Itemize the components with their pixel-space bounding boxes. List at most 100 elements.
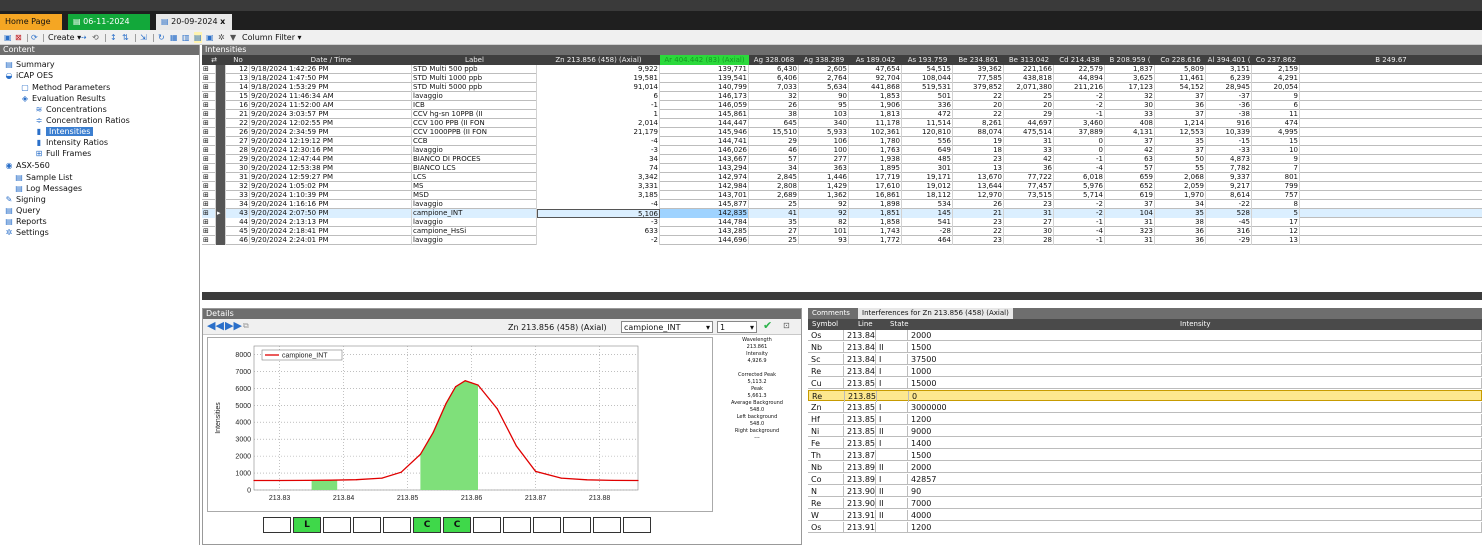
table-cell[interactable]: lavaggio: [412, 92, 537, 101]
table-cell[interactable]: 31: [1004, 137, 1054, 146]
table-cell[interactable]: 37: [1155, 146, 1206, 155]
table-cell[interactable]: CCV 100 PPB (II FON: [412, 119, 537, 128]
table-cell[interactable]: 12,553: [1155, 128, 1206, 137]
table-cell[interactable]: campione_HsSi: [412, 227, 537, 236]
table-cell[interactable]: CCV hg-sn 10PPB (II: [412, 110, 537, 119]
table-cell[interactable]: 144,741: [660, 137, 749, 146]
table-cell[interactable]: 54,152: [1155, 83, 1206, 92]
table-cell[interactable]: 25: [749, 200, 799, 209]
region-box[interactable]: [383, 517, 411, 533]
table-cell[interactable]: 441,868: [849, 83, 902, 92]
table-cell[interactable]: LCS: [412, 173, 537, 182]
table-cell[interactable]: 43: [226, 209, 250, 218]
table-cell[interactable]: 42: [1105, 146, 1155, 155]
table-cell[interactable]: 38: [1155, 218, 1206, 227]
table-cell[interactable]: 1,214: [1155, 119, 1206, 128]
table-cell[interactable]: 27: [226, 137, 250, 146]
nav-item-intensity-ratios[interactable]: ▮ Intensity Ratios: [34, 137, 108, 148]
table-cell[interactable]: 143,701: [660, 191, 749, 200]
columns-icon[interactable]: ▥: [182, 32, 190, 43]
next-icon[interactable]: ▶▶: [225, 320, 242, 331]
tab-home-page[interactable]: Home Page: [0, 14, 62, 30]
column-header[interactable]: Al 394.401 (: [1206, 55, 1252, 65]
table-cell[interactable]: 363: [799, 164, 849, 173]
table-cell[interactable]: 9,217: [1206, 182, 1252, 191]
expand-icon[interactable]: ⊞: [202, 146, 216, 155]
table-cell[interactable]: 15,510: [749, 128, 799, 137]
nav-item-query[interactable]: ▤ Query: [4, 205, 40, 216]
table-row[interactable]: ⊞ 33 9/20/2024 1:10:39 PM MSD 3,185 143,701 2,…: [202, 191, 1482, 200]
table-cell[interactable]: 90: [799, 92, 849, 101]
expand-icon[interactable]: ⊞: [202, 209, 216, 218]
table-cell[interactable]: 3,625: [1105, 74, 1155, 83]
delete-icon[interactable]: ⊠: [15, 32, 22, 43]
table-cell[interactable]: 39,362: [953, 65, 1004, 74]
nav-item-settings[interactable]: ✲ Settings: [4, 227, 49, 238]
table-cell[interactable]: 144,696: [660, 236, 749, 245]
table-cell[interactable]: 6,018: [1054, 173, 1105, 182]
table-cell[interactable]: 11,461: [1155, 74, 1206, 83]
table-cell[interactable]: 17: [1252, 218, 1300, 227]
table-cell[interactable]: 1,898: [849, 200, 902, 209]
column-header[interactable]: Co 228.616: [1155, 55, 1206, 65]
sort-descending-icon[interactable]: ⇅: [122, 32, 129, 43]
table-cell[interactable]: 25: [1004, 92, 1054, 101]
tab-comments[interactable]: Comments: [812, 308, 850, 319]
table-cell[interactable]: 8,261: [953, 119, 1004, 128]
table-cell[interactable]: 32: [226, 182, 250, 191]
expand-icon[interactable]: ⊞: [202, 83, 216, 92]
table-cell[interactable]: 4,291: [1252, 74, 1300, 83]
region-box[interactable]: [323, 517, 351, 533]
table-cell[interactable]: 19: [953, 137, 1004, 146]
region-box[interactable]: C: [443, 517, 471, 533]
table-cell[interactable]: 142,974: [660, 173, 749, 182]
nav-item-evaluation-results[interactable]: ◈ Evaluation Results: [20, 93, 106, 104]
table-cell[interactable]: 8: [1252, 200, 1300, 209]
table-cell[interactable]: 22,579: [1054, 65, 1105, 74]
table-cell[interactable]: 5: [1252, 209, 1300, 218]
column-intensity[interactable]: Intensity: [1180, 319, 1210, 330]
table-cell[interactable]: 54,515: [902, 65, 953, 74]
table-cell[interactable]: -3: [537, 146, 660, 155]
table-cell[interactable]: 340: [799, 119, 849, 128]
table-cell[interactable]: lavaggio: [412, 200, 537, 209]
table-cell[interactable]: 100: [799, 146, 849, 155]
table-cell[interactable]: 1,970: [1155, 191, 1206, 200]
table-cell[interactable]: 1,772: [849, 236, 902, 245]
table-cell[interactable]: 13: [953, 164, 1004, 173]
table-row[interactable]: ⊞ 22 9/20/2024 12:02:55 PM CCV 100 PPB (II …: [202, 119, 1482, 128]
table-cell[interactable]: 35: [1155, 137, 1206, 146]
table-cell[interactable]: 472: [902, 110, 953, 119]
table-cell[interactable]: 88,074: [953, 128, 1004, 137]
table-cell[interactable]: 29: [749, 137, 799, 146]
table-cell[interactable]: 2,605: [799, 65, 849, 74]
expand-icon[interactable]: ⊞: [202, 227, 216, 236]
table-cell[interactable]: 29: [1004, 110, 1054, 119]
table-cell[interactable]: 26: [953, 200, 1004, 209]
tab-06-11-2024[interactable]: ▤ 06-11-2024: [68, 14, 150, 30]
interference-row[interactable]: Cu213.853I15000: [808, 378, 1482, 389]
table-cell[interactable]: 1,446: [799, 173, 849, 182]
export-icon[interactable]: ⇲: [140, 32, 147, 43]
table-cell[interactable]: 649: [902, 146, 953, 155]
table-cell[interactable]: 10,339: [1206, 128, 1252, 137]
table-cell[interactable]: 336: [902, 101, 953, 110]
table-cell[interactable]: -4: [1054, 227, 1105, 236]
view-toggle-icon[interactable]: ▤: [194, 32, 202, 43]
table-cell[interactable]: 11,514: [902, 119, 953, 128]
table-cell[interactable]: 50: [1155, 155, 1206, 164]
table-cell[interactable]: 379,852: [953, 83, 1004, 92]
table-cell[interactable]: 801: [1252, 173, 1300, 182]
table-cell[interactable]: 7,782: [1206, 164, 1252, 173]
table-cell[interactable]: 2,159: [1252, 65, 1300, 74]
gear-icon[interactable]: ✲: [218, 32, 225, 43]
table-cell[interactable]: 9/20/2024 1:05:02 PM: [250, 182, 412, 191]
nav-item-icap-oes[interactable]: ◒ iCAP OES: [4, 70, 54, 81]
table-cell[interactable]: 5,634: [799, 83, 849, 92]
table-cell[interactable]: 4,873: [1206, 155, 1252, 164]
table-cell[interactable]: 799: [1252, 182, 1300, 191]
table-cell[interactable]: 7,033: [749, 83, 799, 92]
table-cell[interactable]: 28: [226, 146, 250, 155]
interference-row[interactable]: Zn213.856I3000000: [808, 402, 1482, 413]
table-cell[interactable]: 2,845: [749, 173, 799, 182]
